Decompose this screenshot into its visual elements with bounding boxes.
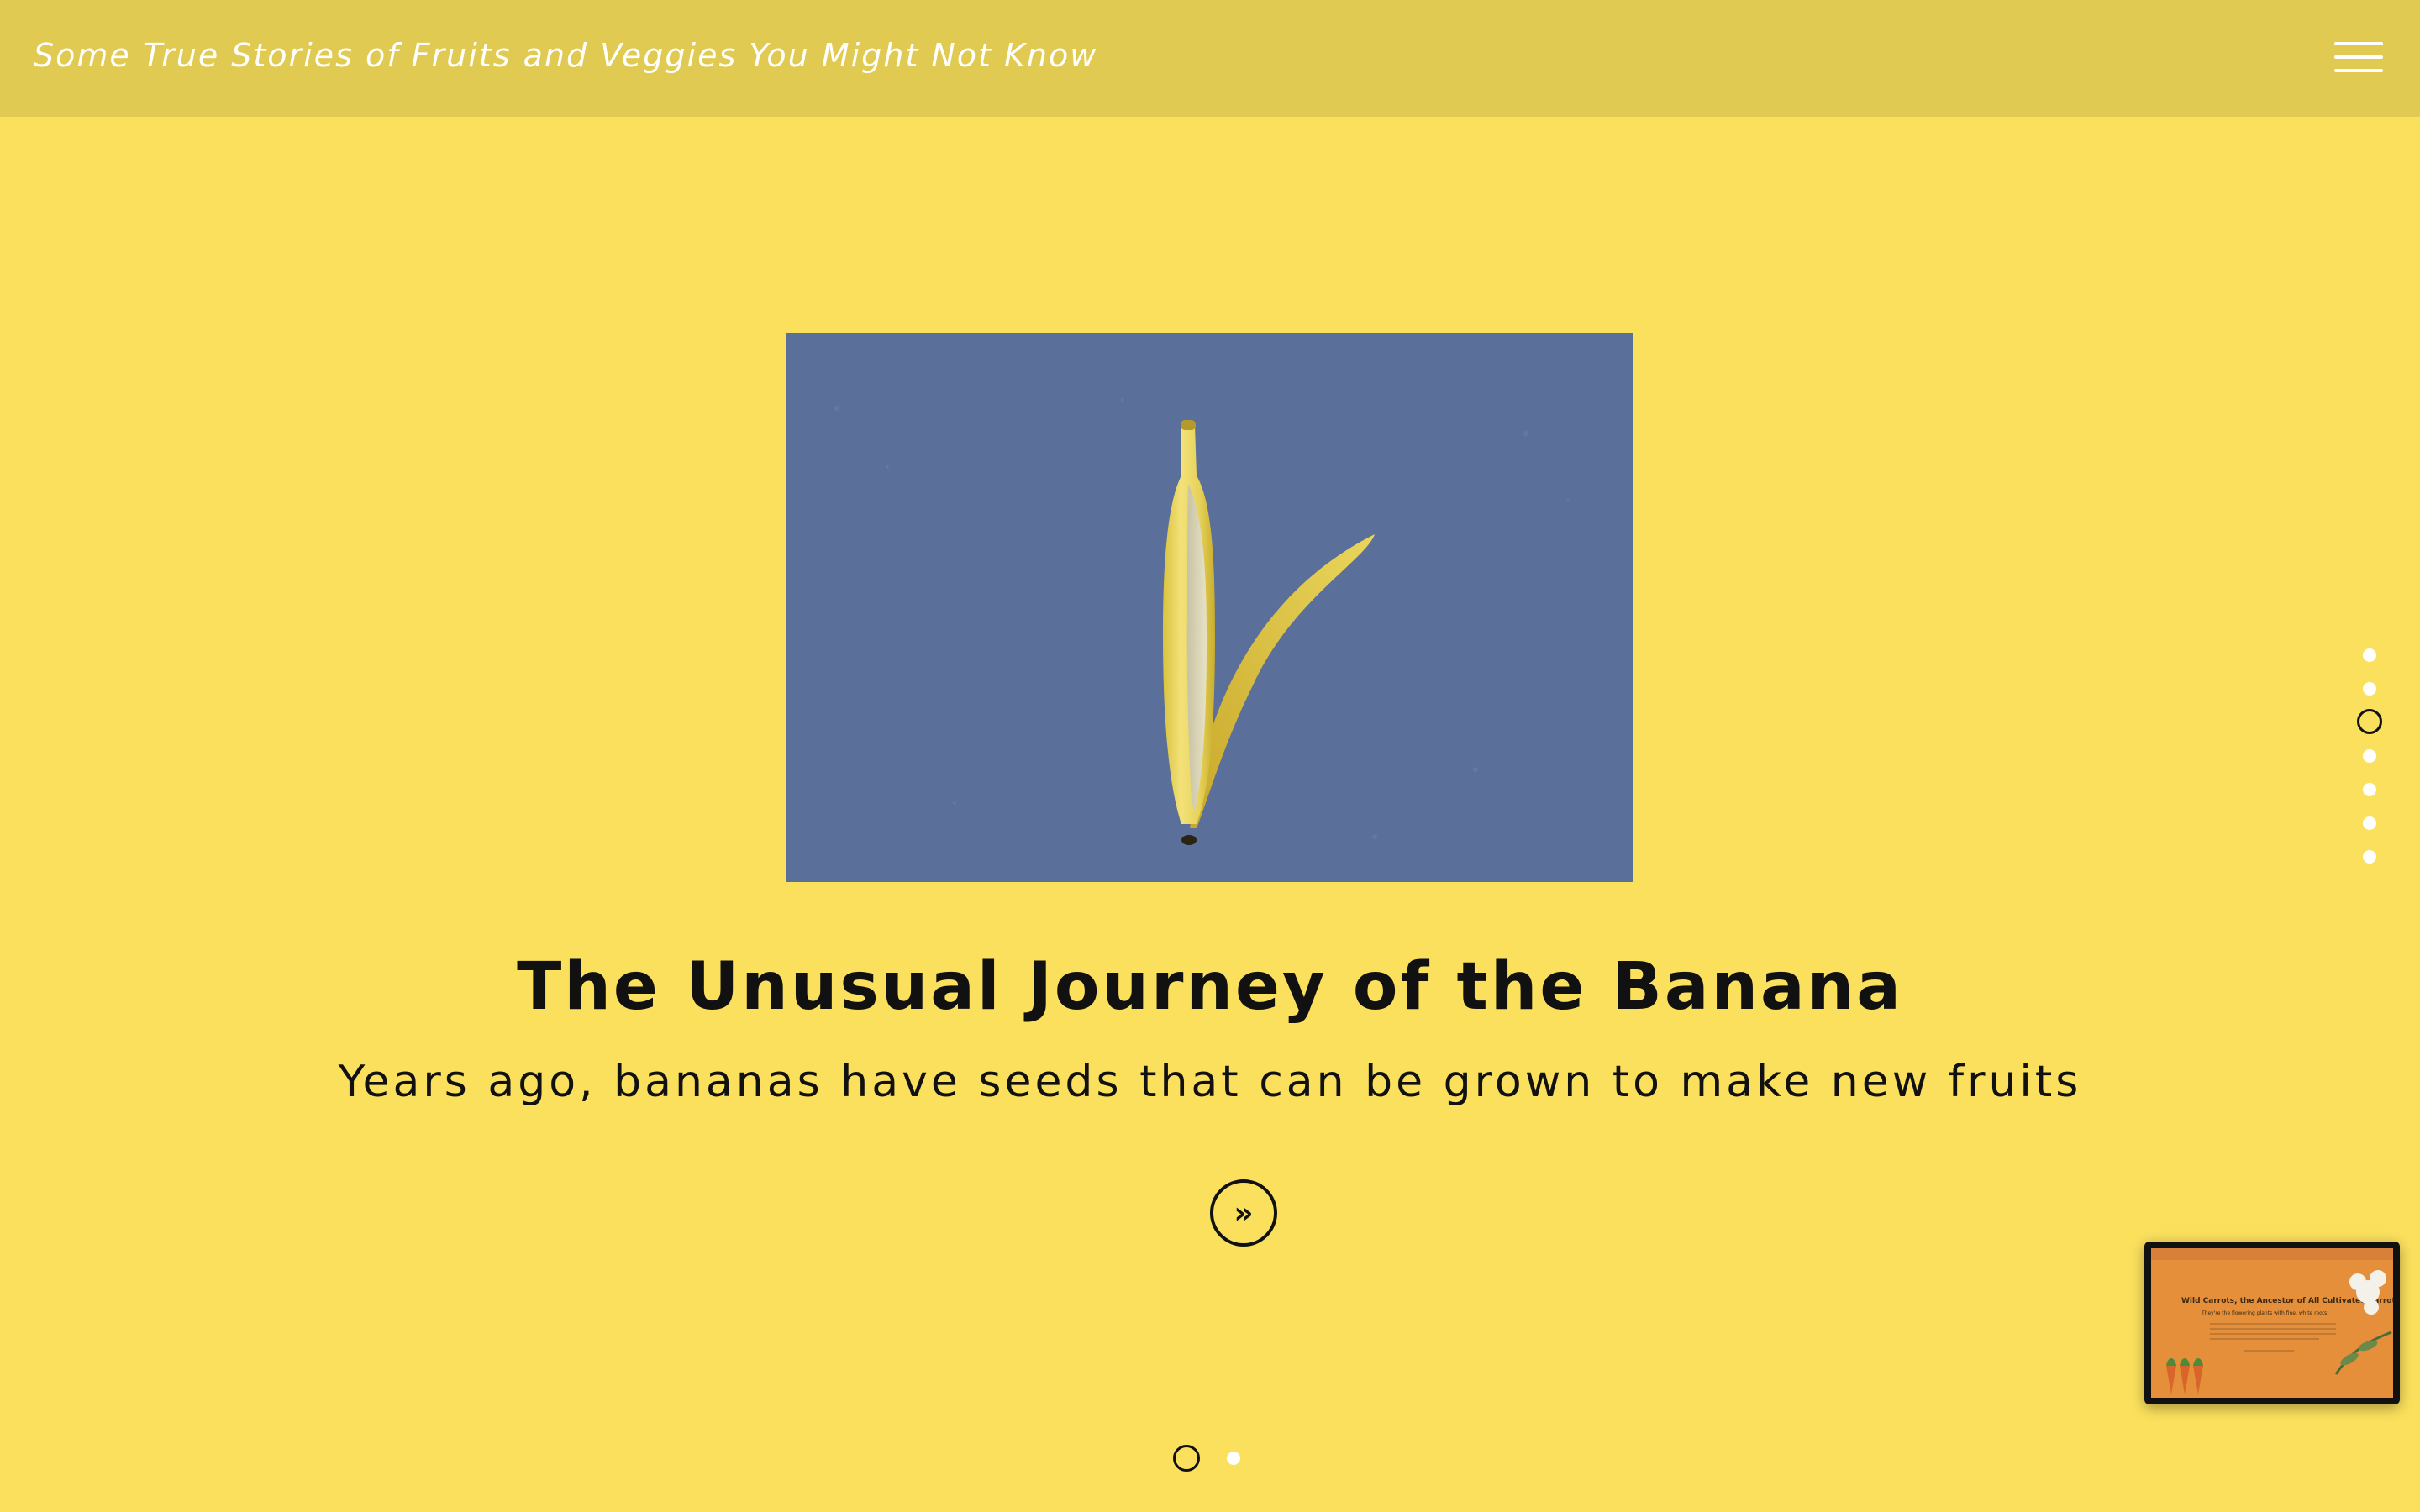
side-nav-dot[interactable]	[2363, 816, 2376, 830]
slide-pagination	[1168, 1441, 1260, 1475]
site-header: Some True Stories of Fruits and Veggies …	[0, 0, 2420, 117]
story-subtitle: Years ago, bananas have seeds that can b…	[338, 1057, 2082, 1107]
banana-image	[786, 333, 1634, 882]
next-story-button[interactable]: »	[1210, 1179, 1277, 1247]
next-section-preview[interactable]: Wild Carrots, the Ancestor of All Cultiv…	[2144, 1242, 2400, 1404]
section-side-nav	[2353, 638, 2386, 865]
site-title[interactable]: Some True Stories of Fruits and Veggies …	[34, 37, 1097, 74]
side-nav-dot[interactable]	[2363, 783, 2376, 796]
side-nav-dot[interactable]	[2363, 682, 2376, 696]
slide-dot-active[interactable]	[1173, 1445, 1200, 1472]
side-nav-dot-active[interactable]	[2357, 709, 2382, 734]
slide-dot[interactable]	[1227, 1452, 1240, 1465]
hamburger-menu-icon[interactable]	[2333, 39, 2386, 77]
side-nav-dot[interactable]	[2363, 749, 2376, 763]
story-title: The Unusual Journey of the Banana	[517, 949, 1903, 1025]
side-nav-dot[interactable]	[2363, 648, 2376, 662]
preview-screen: Wild Carrots, the Ancestor of All Cultiv…	[2151, 1248, 2393, 1398]
preview-illustration	[2166, 1270, 2392, 1394]
double-chevron-right-icon: »	[1234, 1195, 1254, 1231]
side-nav-dot[interactable]	[2363, 850, 2376, 864]
